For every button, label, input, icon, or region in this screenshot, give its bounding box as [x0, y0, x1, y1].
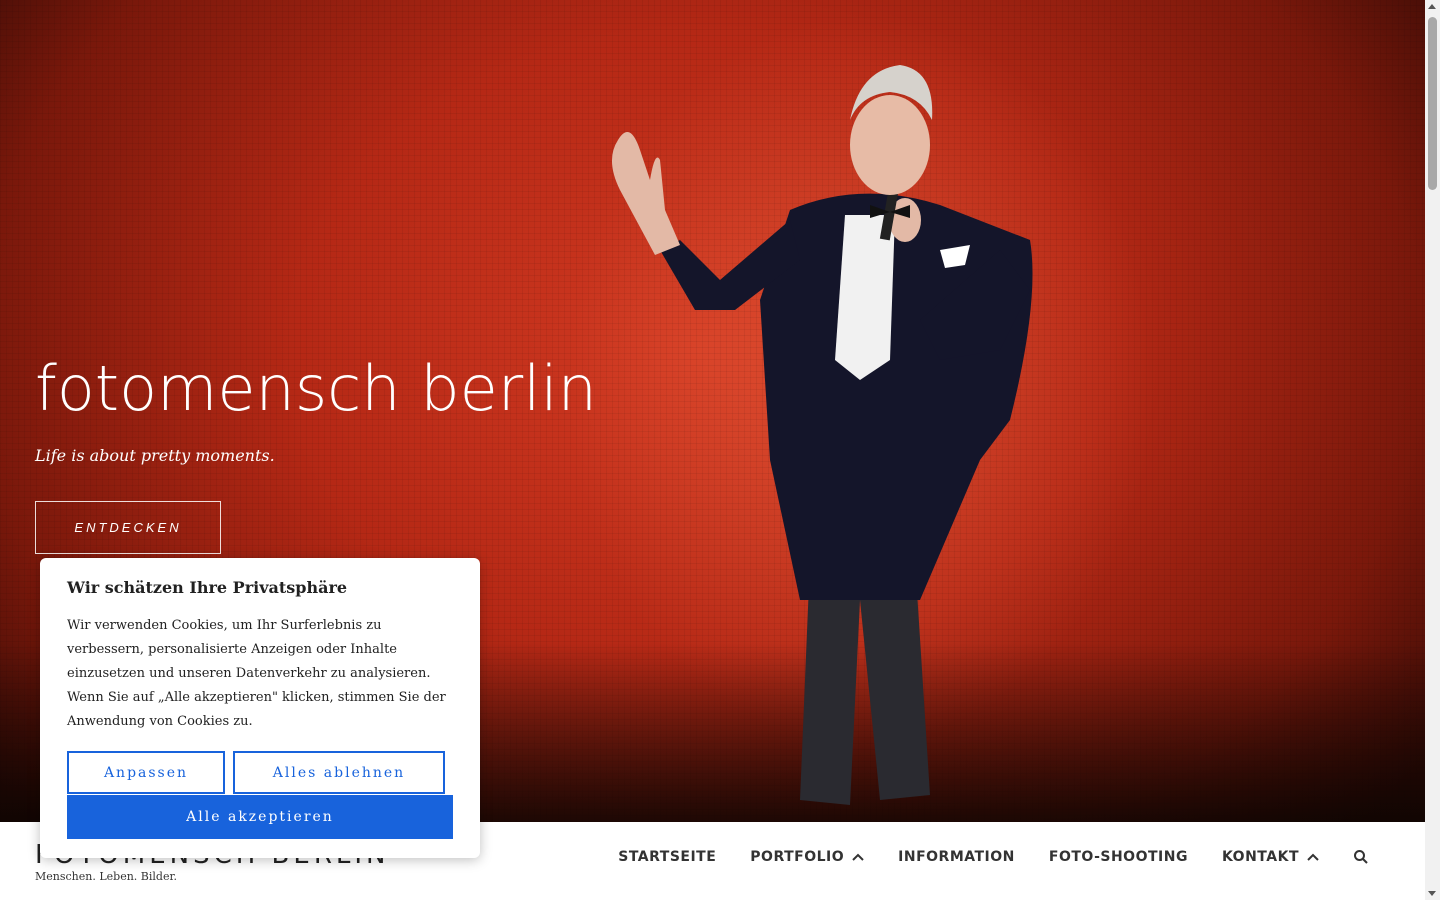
- nav-label: KONTAKT: [1221, 849, 1299, 865]
- hero-tagline: Life is about pretty moments.: [35, 446, 275, 465]
- nav-label: STARTSEITE: [618, 849, 717, 865]
- chevron-up-icon: [852, 853, 864, 861]
- scroll-up-arrow-icon[interactable]: [1428, 4, 1436, 9]
- nav-label: FOTO-SHOOTING: [1048, 849, 1188, 865]
- cookie-description: Wir verwenden Cookies, um Ihr Surferlebn…: [67, 618, 446, 729]
- scrollbar-thumb[interactable]: [1428, 17, 1437, 190]
- customize-button[interactable]: Anpassen: [67, 751, 225, 794]
- reject-all-button[interactable]: Alles ablehnen: [233, 751, 445, 794]
- nav-item-portfolio[interactable]: PORTFOLIO: [750, 849, 864, 865]
- chevron-up-icon: [1307, 853, 1319, 861]
- nav-item-foto-shooting[interactable]: FOTO-SHOOTING: [1049, 849, 1188, 865]
- nav-item-information[interactable]: INFORMATION: [898, 849, 1015, 865]
- nav-label: INFORMATION: [898, 849, 1015, 865]
- cookie-consent-banner: Wir schätzen Ihre Privatsphäre Wir verwe…: [40, 558, 480, 858]
- site-description: Menschen. Leben. Bilder.: [35, 870, 177, 883]
- entdecken-button[interactable]: ENTDECKEN: [35, 501, 221, 554]
- nav-label: PORTFOLIO: [750, 849, 845, 865]
- hero-image-singer: [611, 65, 1033, 805]
- accept-all-button[interactable]: Alle akzeptieren: [67, 795, 453, 839]
- search-icon[interactable]: [1353, 849, 1369, 865]
- nav-item-kontakt[interactable]: KONTAKT: [1222, 849, 1319, 865]
- nav-item-startseite[interactable]: STARTSEITE: [618, 849, 716, 865]
- main-navigation: STARTSEITE PORTFOLIO INFORMATION FOTO-SH…: [618, 822, 1369, 892]
- cookie-title: Wir schätzen Ihre Privatsphäre: [67, 578, 348, 597]
- scroll-down-arrow-icon[interactable]: [1428, 891, 1436, 896]
- page-scrollbar[interactable]: [1425, 0, 1440, 900]
- hero-title: fotomensch berlin: [35, 352, 597, 425]
